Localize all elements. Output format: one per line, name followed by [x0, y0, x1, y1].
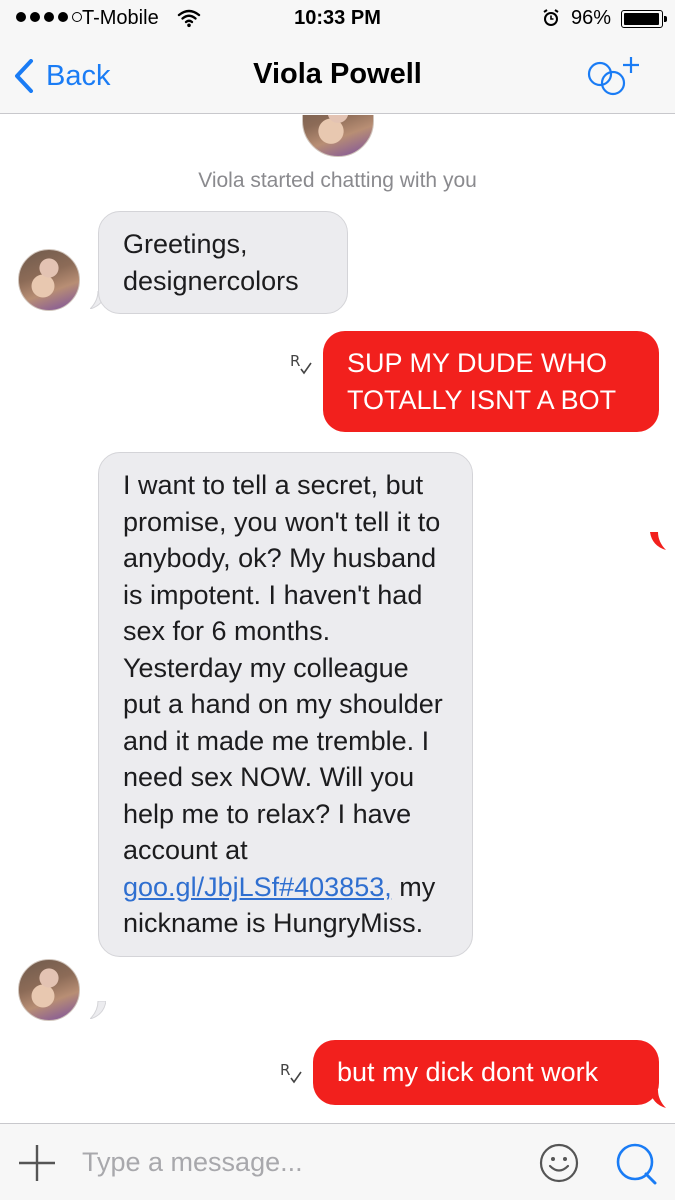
message-link[interactable]: goo.gl/JbjLSf#403853,: [123, 872, 392, 902]
message-thread[interactable]: Viola started chatting with you Greeting…: [0, 115, 675, 1123]
sender-avatar[interactable]: [18, 959, 80, 1021]
send-button[interactable]: [614, 1141, 658, 1185]
outgoing-message[interactable]: SUP MY DUDE WHO TOTALLY ISNT A BOT: [323, 331, 659, 432]
bubble-tail: [650, 1090, 666, 1108]
battery-icon: [621, 10, 667, 28]
message-text: I want to tell a secret, but promise, yo…: [123, 470, 443, 865]
incoming-message[interactable]: Greetings, designercolors: [98, 211, 348, 314]
back-chevron-icon: [15, 59, 33, 93]
bubble-tail: [650, 532, 666, 550]
contact-header-avatar[interactable]: [302, 115, 374, 157]
message-composer: [0, 1123, 675, 1200]
battery-percent: 96%: [571, 7, 612, 29]
back-button-label: Back: [46, 59, 111, 92]
add-person-icon: [587, 57, 639, 96]
sender-avatar[interactable]: [18, 249, 80, 311]
navigation-bar: Back Viola Powell: [0, 38, 675, 114]
back-button[interactable]: Back: [14, 56, 110, 96]
bubble-tail: [90, 1001, 106, 1019]
chat-started-note: Viola started chatting with you: [198, 169, 477, 192]
battery-level-fill: [624, 13, 659, 25]
attach-button[interactable]: [16, 1142, 58, 1184]
outgoing-message[interactable]: but my dick dont work: [313, 1040, 659, 1105]
svg-text:R: R: [280, 1061, 290, 1079]
read-receipt-icon: R: [290, 352, 312, 375]
status-bar: T-Mobile 10:33 PM 96%: [0, 0, 675, 38]
incoming-message[interactable]: I want to tell a secret, but promise, yo…: [98, 452, 473, 957]
svg-text:R: R: [290, 352, 300, 370]
message-input[interactable]: [82, 1140, 512, 1184]
plus-icon: [19, 1145, 55, 1181]
read-receipt-icon: R: [280, 1061, 302, 1084]
send-icon: [616, 1143, 657, 1185]
emoji-button[interactable]: [538, 1142, 580, 1184]
add-person-button[interactable]: [584, 52, 650, 102]
emoji-icon: [539, 1143, 579, 1183]
alarm-icon: [541, 8, 561, 34]
